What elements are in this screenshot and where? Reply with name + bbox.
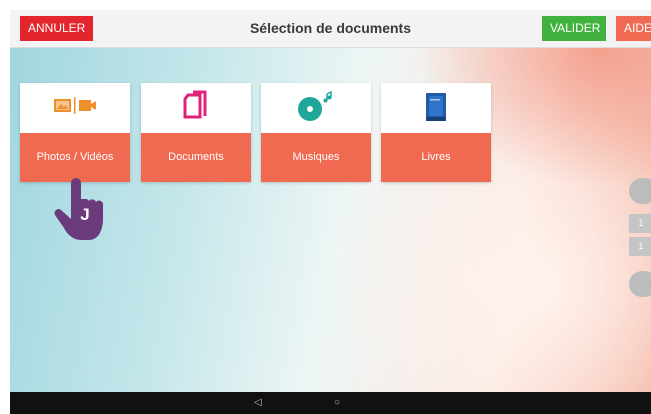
tile-music[interactable]: Musiques [261,83,371,182]
pointer-letter: J [80,205,89,224]
help-button[interactable]: AIDE [616,16,651,41]
back-nav-button[interactable]: ◁ [254,397,262,408]
side-scroll-button-bottom[interactable] [629,271,651,297]
tile-label: Livres [381,133,491,182]
tile-label: Documents [141,133,251,182]
hand-pointer-icon: J [54,178,106,245]
photo-video-icon [20,83,130,133]
side-scroll-button-top[interactable] [629,178,651,204]
system-nav-bar: ◁ ○ [10,392,651,414]
home-nav-button[interactable]: ○ [334,397,340,408]
tile-photos-videos[interactable]: Photos / Vidéos [20,83,130,182]
tile-books[interactable]: Livres [381,83,491,182]
cancel-button[interactable]: ANNULER [20,16,94,41]
tile-label: Photos / Vidéos [20,133,130,182]
page-number: 1 [629,214,651,233]
screen: Sélection de documents ANNULER VALIDER A… [10,10,651,392]
validate-button[interactable]: VALIDER [542,16,606,41]
documents-icon [141,83,251,133]
tile-label: Musiques [261,133,371,182]
page-number: 1 [629,237,651,256]
book-icon [381,83,491,133]
music-disc-icon [261,83,371,133]
tile-documents[interactable]: Documents [141,83,251,182]
top-bar: Sélection de documents ANNULER VALIDER A… [10,10,651,48]
